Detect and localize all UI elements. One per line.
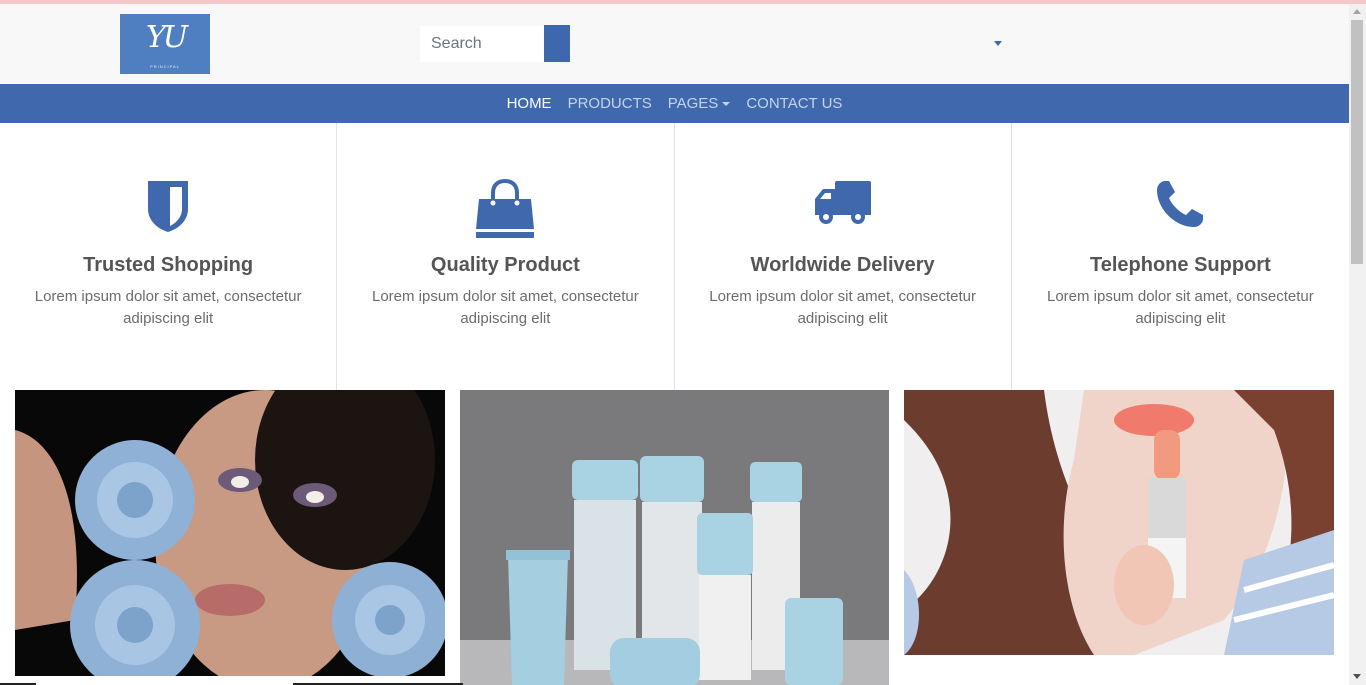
feature-desc: Lorem ipsum dolor sit amet, consectetur … [371, 288, 639, 327]
scroll-up-arrow-icon[interactable] [1353, 9, 1361, 14]
lipstick-model-photo[interactable] [904, 390, 1334, 655]
nav-home-label: HOME [506, 95, 552, 112]
feature-worldwide-delivery: Worldwide Delivery Lorem ipsum dolor sit… [675, 123, 1012, 390]
scroll-down-arrow-icon[interactable] [1353, 674, 1361, 679]
model-with-blue-roses-photo[interactable] [15, 390, 445, 676]
scrollbar-thumb[interactable] [1351, 20, 1363, 264]
nav-pages[interactable]: PAGES [660, 95, 739, 112]
feature-telephone-support: Telephone Support Lorem ipsum dolor sit … [1012, 123, 1349, 390]
logo-subtext: PRINCIPAL [150, 64, 180, 69]
feature-title: Telephone Support [1090, 254, 1271, 276]
truck-icon [675, 179, 1011, 243]
page-scrollbar[interactable] [1349, 4, 1366, 685]
shopping-bag-icon [337, 179, 673, 243]
feature-desc: Lorem ipsum dolor sit amet, consectetur … [34, 288, 302, 327]
feature-title: Worldwide Delivery [750, 254, 935, 276]
nav-pages-label: PAGES [667, 95, 719, 112]
feature-title: Trusted Shopping [83, 254, 254, 276]
skincare-bottles-photo[interactable] [460, 390, 889, 685]
features-row: Trusted Shopping Lorem ipsum dolor sit a… [0, 123, 1349, 390]
nav-contact-label: CONTACT US [746, 95, 843, 112]
nav-products[interactable]: PRODUCTS [560, 95, 660, 112]
feature-trusted-shopping: Trusted Shopping Lorem ipsum dolor sit a… [0, 123, 338, 390]
feature-desc: Lorem ipsum dolor sit amet, consectetur … [1046, 288, 1314, 327]
site-header: YU PRINCIPAL [0, 4, 1349, 84]
shield-icon [0, 179, 336, 243]
nav-products-label: PRODUCTS [567, 95, 652, 112]
main-nav: HOME PRODUCTS PAGES CONTACT US [0, 84, 1349, 123]
feature-desc: Lorem ipsum dolor sit amet, consectetur … [709, 288, 977, 327]
search-button[interactable] [544, 25, 570, 62]
logo-mark: YU [146, 20, 188, 55]
nav-contact-us[interactable]: CONTACT US [738, 95, 850, 112]
search-input[interactable] [420, 26, 544, 62]
nav-home[interactable]: HOME [499, 95, 560, 112]
feature-quality-product: Quality Product Lorem ipsum dolor sit am… [337, 123, 675, 390]
feature-title: Quality Product [430, 254, 580, 276]
chevron-down-icon [722, 101, 731, 106]
account-dropdown-caret-icon[interactable] [994, 41, 1002, 46]
phone-icon [1012, 179, 1349, 243]
brand-logo[interactable]: YU PRINCIPAL [120, 14, 210, 74]
